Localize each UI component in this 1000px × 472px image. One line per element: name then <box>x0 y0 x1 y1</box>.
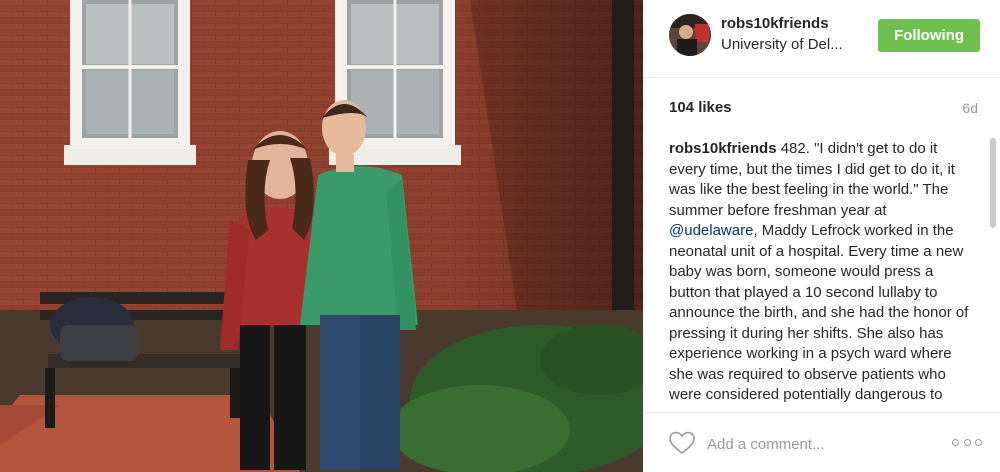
post-time[interactable]: 6d <box>962 100 978 116</box>
post-details-panel: robs10kfriends University of Del... Foll… <box>643 0 1000 472</box>
mention-link[interactable]: @udelaware <box>669 222 753 239</box>
comment-input[interactable] <box>707 433 937 455</box>
more-dot <box>952 438 959 446</box>
avatar[interactable] <box>669 14 711 56</box>
post-header: robs10kfriends University of Del... Foll… <box>644 0 1000 78</box>
likes-count[interactable]: 104 likes <box>669 99 732 116</box>
caption-scroll-area[interactable]: robs10kfriends 482. "I didn't get to do … <box>669 139 974 407</box>
following-button[interactable]: Following <box>878 19 980 52</box>
more-dot <box>963 438 971 446</box>
avatar-image <box>669 14 711 56</box>
caption-scrollbar[interactable] <box>990 138 996 228</box>
post-photo[interactable] <box>0 0 643 472</box>
caption-username[interactable]: robs10kfriends <box>669 140 777 157</box>
more-options-icon[interactable] <box>952 435 982 449</box>
post-location[interactable]: University of Del... <box>721 36 861 53</box>
more-dot <box>975 438 982 446</box>
caption: robs10kfriends 482. "I didn't get to do … <box>669 139 974 406</box>
post-author-username[interactable]: robs10kfriends <box>721 15 829 32</box>
heart-icon[interactable] <box>669 431 695 455</box>
post-actions <box>644 412 1000 472</box>
photo-illustration <box>0 0 643 472</box>
caption-text-part-2: , Maddy Lefrock worked in the neonatal u… <box>669 222 969 403</box>
instagram-post-view: robs10kfriends University of Del... Foll… <box>0 0 1000 472</box>
